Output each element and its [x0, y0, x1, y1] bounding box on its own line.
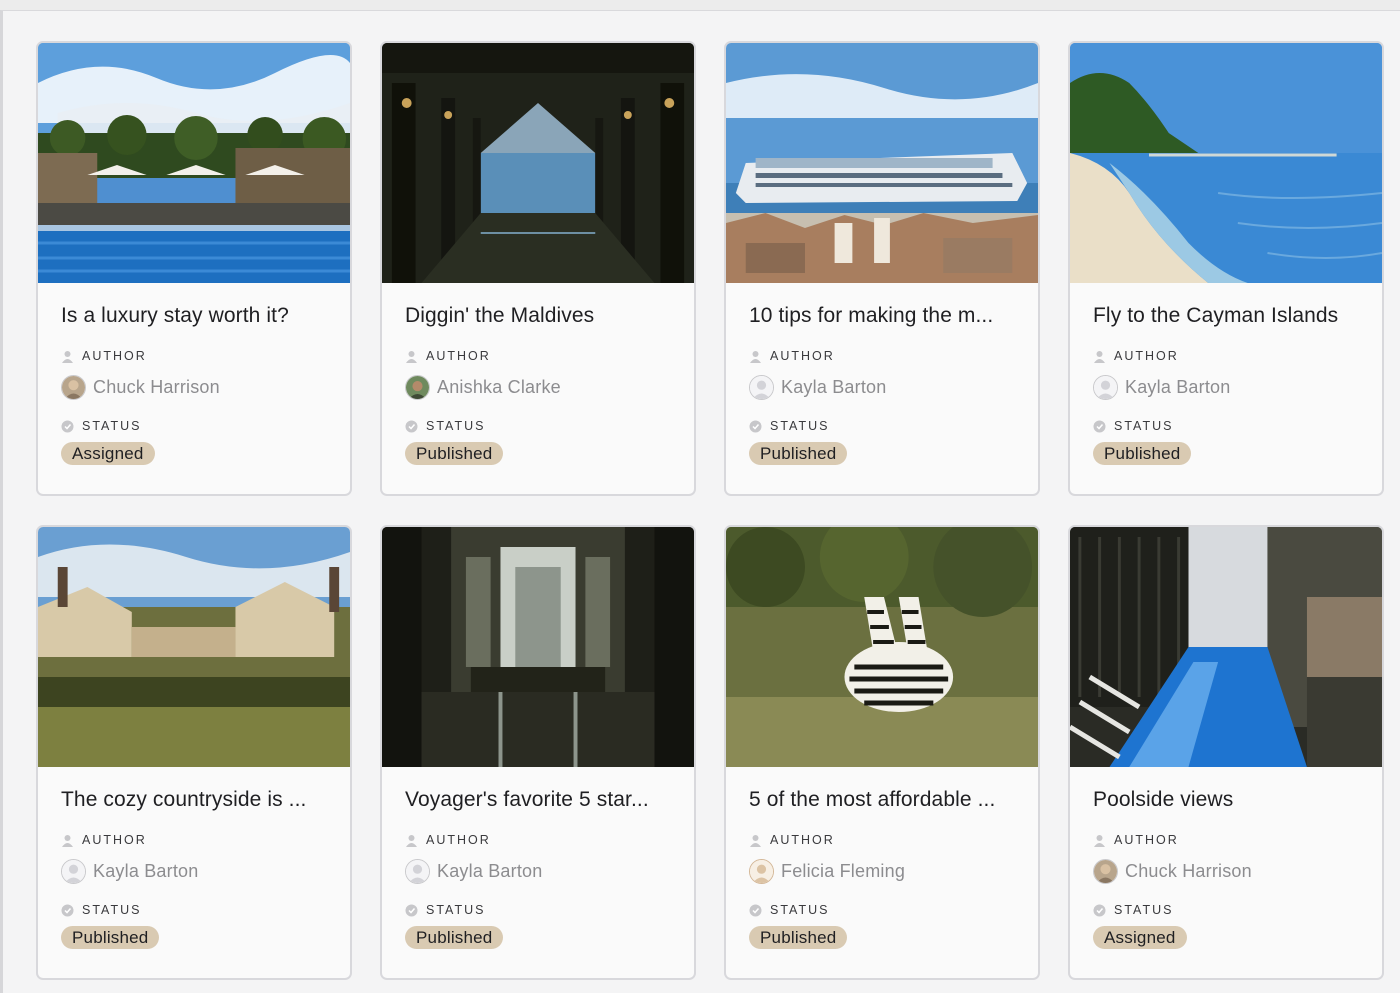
author-chip[interactable]: Kayla Barton [1093, 374, 1359, 400]
person-icon [61, 350, 74, 363]
record-card[interactable]: Voyager's favorite 5 star... AUTHOR Kayl… [380, 525, 696, 980]
author-name: Anishka Clarke [437, 376, 561, 397]
person-icon [405, 834, 418, 847]
photo-avatar [61, 374, 86, 400]
status-badge: Assigned [61, 442, 155, 465]
author-name: Kayla Barton [781, 376, 887, 397]
record-card[interactable]: 5 of the most affordable ... AUTHOR Feli… [724, 525, 1040, 980]
person-icon [405, 350, 418, 363]
author-chip[interactable]: Kayla Barton [61, 858, 327, 884]
gallery-view: Is a luxury stay worth it? AUTHOR Chuck … [0, 10, 1400, 993]
status-field-label: STATUS [405, 419, 671, 433]
default-user-avatar [749, 858, 774, 884]
card-title: Voyager's favorite 5 star... [405, 788, 649, 811]
photo-avatar [405, 374, 430, 400]
status-badge: Published [61, 926, 160, 949]
author-chip[interactable]: Kayla Barton [405, 858, 671, 884]
card-title: The cozy countryside is ... [61, 788, 307, 811]
card-title: Poolside views [1093, 788, 1234, 811]
zebras-image [726, 527, 1038, 767]
default-user-avatar [1093, 374, 1118, 400]
status-field-label: STATUS [61, 903, 327, 917]
record-card[interactable]: Is a luxury stay worth it? AUTHOR Chuck … [36, 41, 352, 496]
record-card[interactable]: Diggin' the Maldives AUTHOR Anishka Clar… [380, 41, 696, 496]
card-title: Fly to the Cayman Islands [1093, 304, 1339, 327]
default-user-avatar [749, 374, 774, 400]
photo-avatar [1093, 858, 1118, 884]
status-badge: Assigned [1093, 926, 1187, 949]
author-field-label: AUTHOR [749, 833, 1015, 847]
author-name: Kayla Barton [437, 860, 543, 881]
status-field-label: STATUS [749, 419, 1015, 433]
person-icon [1093, 834, 1106, 847]
author-name: Chuck Harrison [1125, 860, 1252, 881]
author-field-label: AUTHOR [405, 833, 671, 847]
card-title: Is a luxury stay worth it? [61, 304, 289, 327]
record-card[interactable]: The cozy countryside is ... AUTHOR Kayla… [36, 525, 352, 980]
beach-image [1070, 43, 1382, 283]
author-chip[interactable]: Kayla Barton [749, 374, 1015, 400]
author-field-label: AUTHOR [61, 349, 327, 363]
status-field-label: STATUS [405, 903, 671, 917]
record-card[interactable]: 10 tips for making the m... AUTHOR Kayla… [724, 41, 1040, 496]
country-house-image [38, 527, 350, 767]
status-circle-icon [405, 904, 418, 917]
card-title: 5 of the most affordable ... [749, 788, 996, 811]
card-title: 10 tips for making the m... [749, 304, 994, 327]
author-name: Kayla Barton [1125, 376, 1231, 397]
status-field-label: STATUS [1093, 903, 1359, 917]
author-chip[interactable]: Chuck Harrison [1093, 858, 1359, 884]
status-circle-icon [749, 904, 762, 917]
status-badge: Published [749, 442, 848, 465]
status-field-label: STATUS [749, 903, 1015, 917]
record-card[interactable]: Poolside views AUTHOR Chuck Harrison STA… [1068, 525, 1384, 980]
author-chip[interactable]: Chuck Harrison [61, 374, 327, 400]
status-circle-icon [1093, 904, 1106, 917]
status-badge: Published [405, 926, 504, 949]
person-icon [1093, 350, 1106, 363]
status-circle-icon [749, 420, 762, 433]
default-user-avatar [61, 858, 86, 884]
default-user-avatar [405, 858, 430, 884]
status-circle-icon [405, 420, 418, 433]
record-card[interactable]: Fly to the Cayman Islands AUTHOR Kayla B… [1068, 41, 1384, 496]
rooftop-pool-image [1070, 527, 1382, 767]
person-icon [749, 350, 762, 363]
author-field-label: AUTHOR [1093, 833, 1359, 847]
resort-pool-image [38, 43, 350, 283]
status-circle-icon [61, 420, 74, 433]
status-circle-icon [1093, 420, 1106, 433]
status-badge: Published [749, 926, 848, 949]
hotel-lobby-image [382, 527, 694, 767]
status-circle-icon [61, 904, 74, 917]
status-badge: Published [405, 442, 504, 465]
author-name: Felicia Fleming [781, 860, 906, 881]
author-field-label: AUTHOR [61, 833, 327, 847]
person-icon [61, 834, 74, 847]
person-icon [749, 834, 762, 847]
status-field-label: STATUS [1093, 419, 1359, 433]
card-grid: Is a luxury stay worth it? AUTHOR Chuck … [36, 41, 1384, 980]
author-field-label: AUTHOR [405, 349, 671, 363]
author-name: Kayla Barton [93, 860, 199, 881]
card-title: Diggin' the Maldives [405, 304, 595, 327]
author-chip[interactable]: Felicia Fleming [749, 858, 1015, 884]
cruise-ship-image [726, 43, 1038, 283]
overwater-pier-image [382, 43, 694, 283]
author-field-label: AUTHOR [749, 349, 1015, 363]
status-badge: Published [1093, 442, 1192, 465]
status-field-label: STATUS [61, 419, 327, 433]
author-field-label: AUTHOR [1093, 349, 1359, 363]
author-name: Chuck Harrison [93, 376, 220, 397]
author-chip[interactable]: Anishka Clarke [405, 374, 671, 400]
